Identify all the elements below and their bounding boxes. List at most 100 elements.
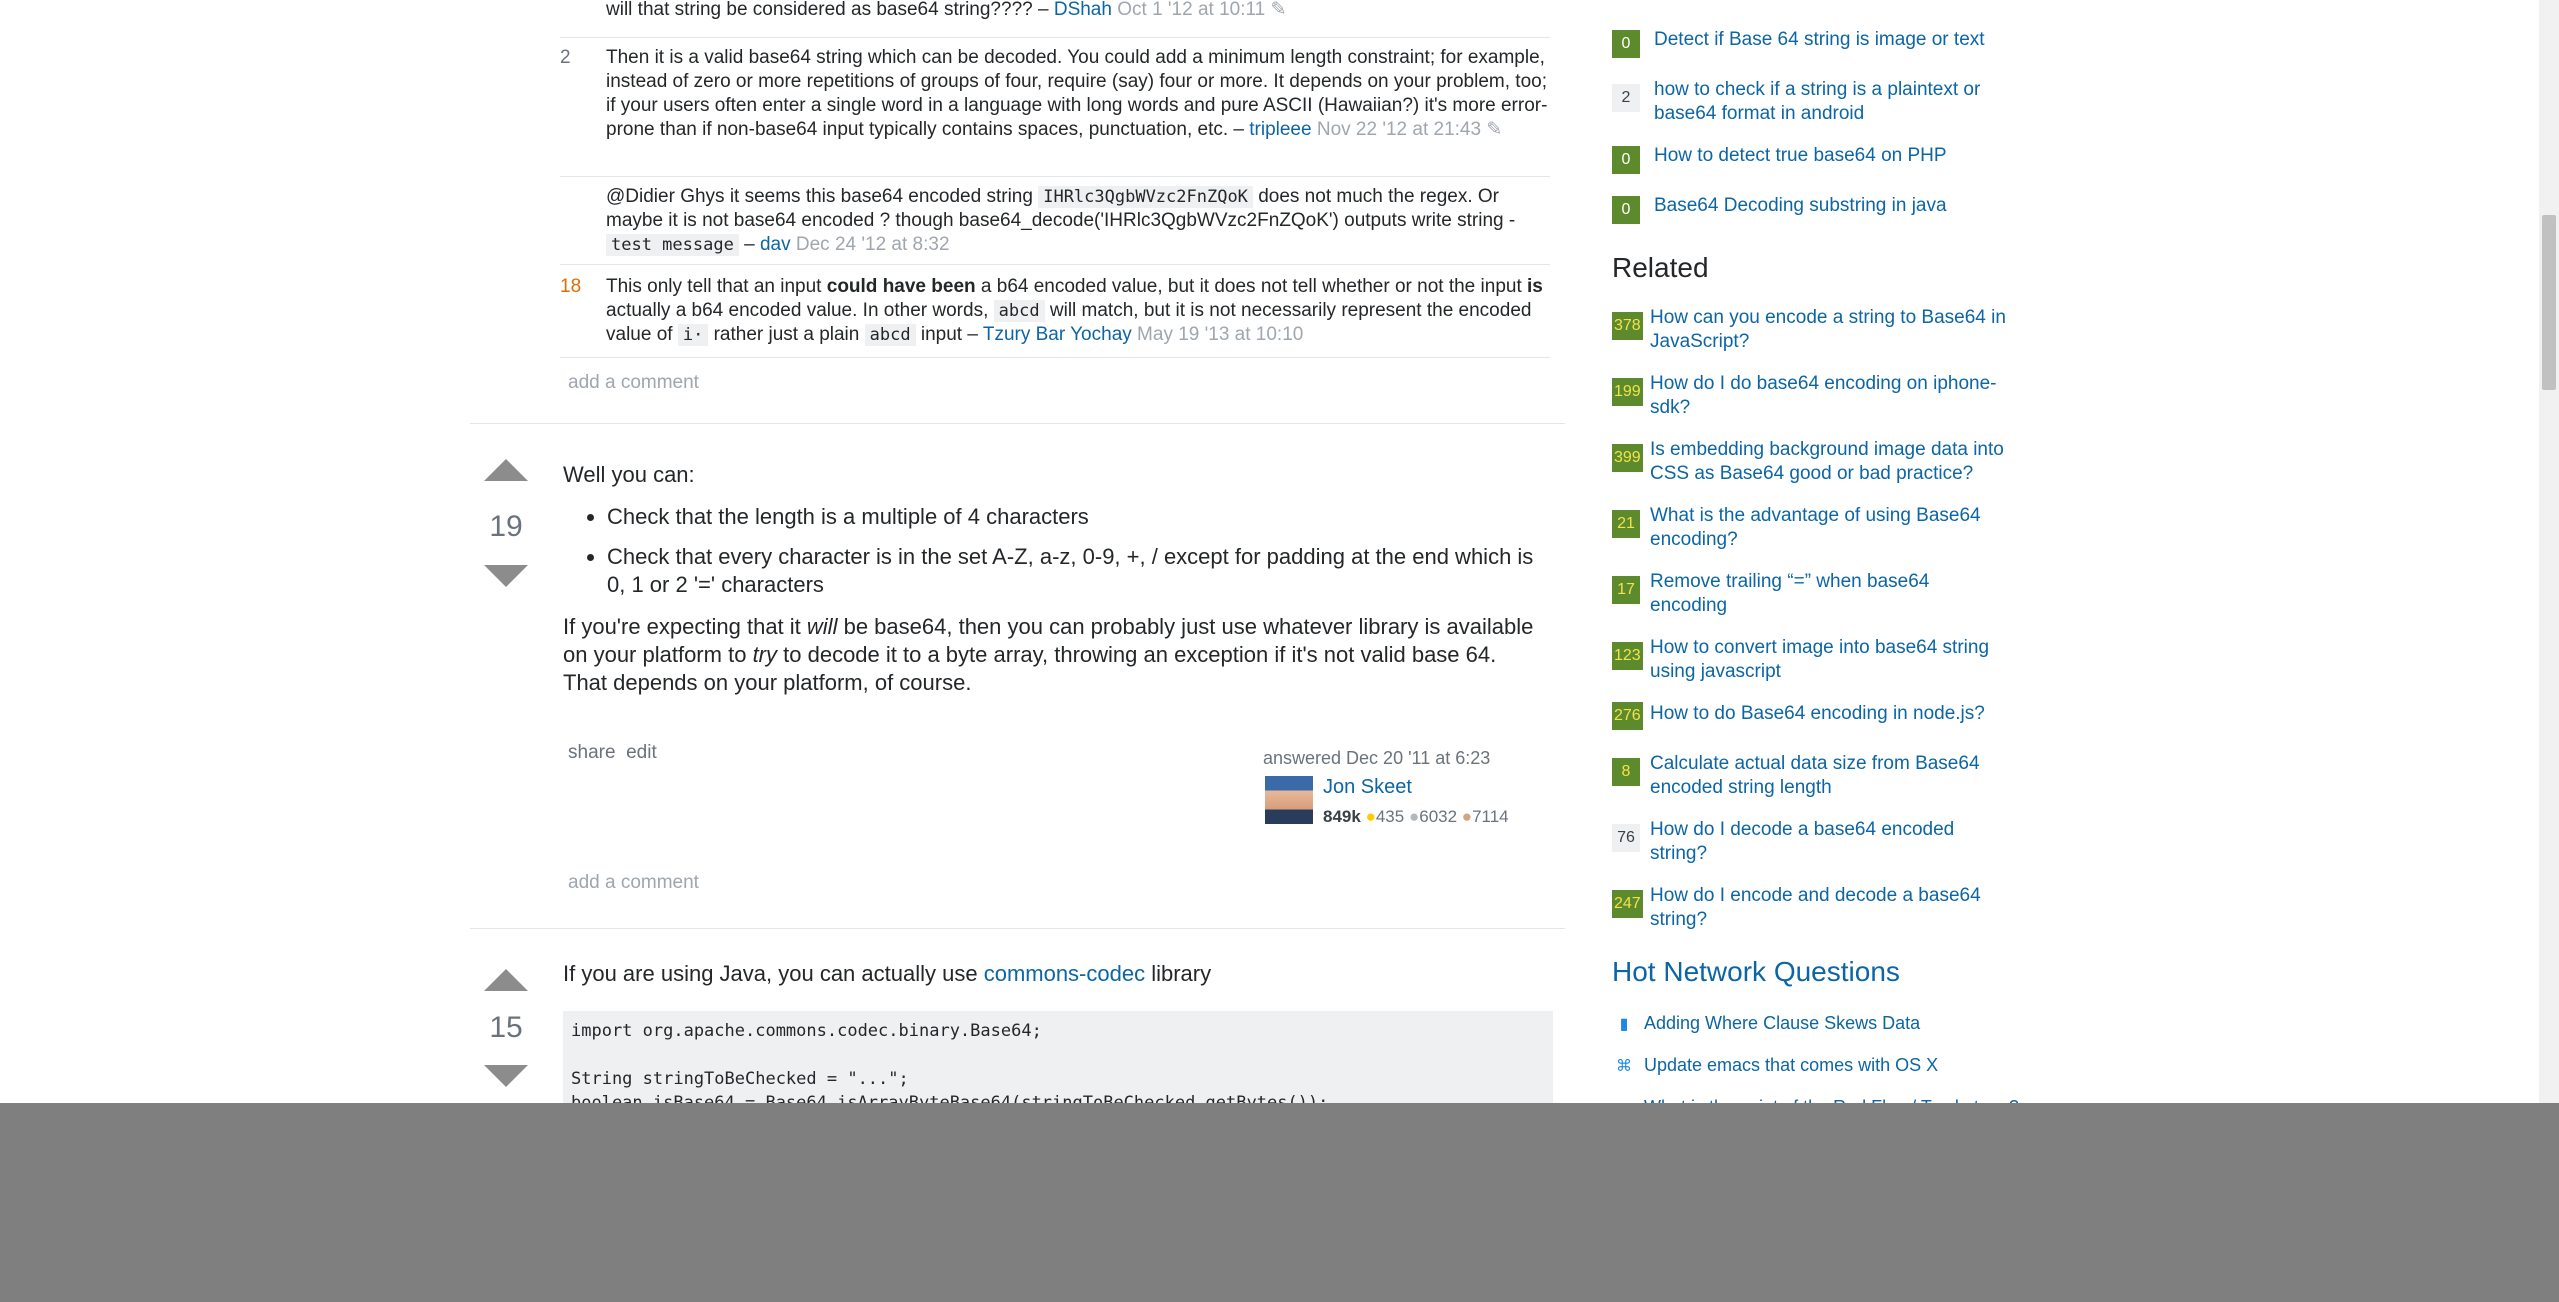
vertical-scrollbar[interactable] bbox=[2539, 0, 2559, 1120]
comment-date[interactable]: Oct 1 '12 at 10:11 bbox=[1117, 0, 1265, 20]
vote-count-badge: 8 bbox=[1612, 758, 1640, 786]
vote-count-badge: 199 bbox=[1612, 378, 1643, 406]
answer-count-badge: 0 bbox=[1612, 196, 1640, 224]
related-heading: Related bbox=[1612, 252, 1709, 283]
related-question-link[interactable]: How do I do base64 encoding on iphone-sd… bbox=[1650, 372, 2010, 420]
paragraph-emphasis: will bbox=[806, 614, 838, 639]
related-question-link[interactable]: How can you encode a string to Base64 in… bbox=[1650, 306, 2010, 354]
gold-badge-icon: ● bbox=[1365, 807, 1376, 826]
paragraph-emphasis: try bbox=[752, 642, 778, 667]
comment-date[interactable]: Dec 24 '12 at 8:32 bbox=[796, 234, 950, 255]
comment: 18 This only tell that an input could ha… bbox=[560, 265, 1550, 358]
database-icon: ▮ bbox=[1619, 1016, 1629, 1033]
answer-bullet-list: Check that the length is a multiple of 4… bbox=[563, 503, 1543, 599]
add-comment-link[interactable]: add a comment bbox=[568, 372, 699, 394]
vote-count: 19 bbox=[489, 510, 523, 543]
list-item: Check that the length is a multiple of 4… bbox=[607, 503, 1543, 531]
comment-text: a b64 encoded value, but it does not tel… bbox=[980, 276, 1522, 297]
hot-network-question-link[interactable]: Update emacs that comes with OS X bbox=[1644, 1055, 2034, 1076]
comment-dash: – bbox=[744, 234, 755, 255]
code-line: String stringToBeChecked = "..."; bbox=[571, 1069, 909, 1089]
code-line: import org.apache.commons.codec.binary.B… bbox=[571, 1021, 1042, 1041]
commons-codec-link[interactable]: commons-codec bbox=[984, 961, 1145, 986]
related-question-link[interactable]: How do I decode a base64 encoded string? bbox=[1650, 818, 2010, 866]
vote-count-badge: 21 bbox=[1612, 510, 1640, 538]
comment-text: This only tell that an input bbox=[606, 276, 822, 297]
linked-question-item[interactable] bbox=[1612, 0, 2032, 4]
vote-count-badge: 123 bbox=[1612, 642, 1643, 670]
comment: 2 Then it is a valid base64 string which… bbox=[560, 38, 1550, 177]
related-question-link[interactable]: How to convert image into base64 string … bbox=[1650, 636, 2010, 684]
related-question-link[interactable]: How to do Base64 encoding in node.js? bbox=[1650, 702, 2010, 726]
related-question-link[interactable]: How do I encode and decode a base64 stri… bbox=[1650, 884, 2010, 932]
vote-count-badge: 17 bbox=[1612, 576, 1640, 604]
comment-score: 2 bbox=[560, 47, 571, 68]
silver-badge-count: 6032 bbox=[1419, 807, 1458, 826]
inline-code: i· bbox=[677, 324, 709, 346]
inline-code: test message bbox=[606, 234, 739, 256]
comment: will that string be considered as base64… bbox=[560, 0, 1550, 38]
comment-bold: is bbox=[1527, 276, 1543, 297]
paragraph-text: library bbox=[1151, 961, 1212, 986]
vote-count-badge: 399 bbox=[1612, 444, 1643, 472]
paragraph-text: If you're expecting that it bbox=[563, 614, 801, 639]
inline-code: IHRlc3QgbWVzc2FnZQoK bbox=[1038, 186, 1253, 208]
scrollbar-thumb[interactable] bbox=[2542, 215, 2556, 390]
related-question-link[interactable]: Is embedding background image data into … bbox=[1650, 438, 2010, 486]
comment-text: actually a b64 encoded value. In other w… bbox=[606, 300, 989, 321]
comment-user-link[interactable]: dav bbox=[760, 234, 791, 255]
page-viewport: will that string be considered as base64… bbox=[0, 0, 2559, 1120]
hot-network-question-link[interactable]: Adding Where Clause Skews Data bbox=[1644, 1013, 2034, 1034]
comment-bold: could have been bbox=[826, 276, 976, 297]
comment-date[interactable]: May 19 '13 at 10:10 bbox=[1137, 324, 1303, 345]
vote-count-badge: 276 bbox=[1612, 702, 1643, 730]
vote-down-arrow-icon[interactable] bbox=[484, 1065, 528, 1087]
related-question-link[interactable]: What is the advantage of using Base64 en… bbox=[1650, 504, 2010, 552]
add-comment-link[interactable]: add a comment bbox=[568, 872, 699, 894]
answer-intro: Well you can: bbox=[563, 462, 695, 487]
list-item: Check that every character is in the set… bbox=[607, 543, 1543, 599]
share-link[interactable]: share bbox=[568, 742, 616, 763]
comment-text: input – bbox=[920, 324, 978, 345]
answer-body: If you are using Java, you can actually … bbox=[563, 960, 1543, 988]
answer-count-badge: 0 bbox=[1612, 146, 1640, 174]
vote-count: 15 bbox=[489, 1011, 523, 1044]
related-question-link[interactable]: Calculate actual data size from Base64 e… bbox=[1650, 752, 2010, 800]
comment-user-link[interactable]: DShah bbox=[1054, 0, 1112, 20]
inline-code: abcd bbox=[864, 324, 916, 346]
silver-badge-icon: ● bbox=[1408, 807, 1420, 826]
comment-user-link[interactable]: Tzury Bar Yochay bbox=[983, 324, 1132, 345]
answer-paragraph: If you're expecting that it will be base… bbox=[563, 613, 1543, 697]
linked-question-link[interactable]: Detect if Base 64 string is image or tex… bbox=[1654, 28, 2014, 52]
gray-overlay bbox=[0, 1103, 2559, 1302]
related-question-link[interactable]: Remove trailing “=” when base64 encoding bbox=[1650, 570, 2010, 618]
linked-question-link[interactable]: Base64 Decoding substring in java bbox=[1654, 194, 2014, 218]
comment-user-link[interactable]: tripleee bbox=[1249, 119, 1311, 140]
edit-link[interactable]: edit bbox=[626, 742, 657, 763]
comment-text: @Didier Ghys it seems this base64 encode… bbox=[606, 186, 1033, 207]
linked-question-link[interactable]: how to check if a string is a plaintext … bbox=[1654, 78, 2014, 126]
comment-text: rather just a plain bbox=[713, 324, 860, 345]
hot-network-questions-heading[interactable]: Hot Network Questions bbox=[1612, 956, 1900, 988]
linked-question-link[interactable]: How to detect true base64 on PHP bbox=[1654, 144, 2014, 168]
command-icon: ⌘ bbox=[1616, 1058, 1632, 1075]
paragraph-text: If you are using Java, you can actually … bbox=[563, 961, 978, 986]
answer-count-badge: 2 bbox=[1612, 84, 1640, 112]
sidebar: 0 Detect if Base 64 string is image or t… bbox=[1612, 0, 2032, 1120]
vote-down-arrow-icon[interactable] bbox=[484, 565, 528, 587]
user-name-link[interactable]: Jon Skeet bbox=[1323, 776, 1412, 799]
answer-count-badge: 0 bbox=[1612, 30, 1640, 58]
reputation-score: 849k bbox=[1323, 807, 1361, 826]
vote-up-arrow-icon[interactable] bbox=[484, 969, 528, 991]
vote-count-badge: 247 bbox=[1612, 890, 1643, 918]
answer-body: Well you can: Check that the length is a… bbox=[563, 461, 1543, 697]
answered-date: answered Dec 20 '11 at 6:23 bbox=[1263, 748, 1491, 768]
gold-badge-count: 435 bbox=[1375, 807, 1405, 826]
bronze-badge-icon: ● bbox=[1461, 807, 1473, 826]
user-reputation: 849k ●435 ●6032 ●7114 bbox=[1323, 804, 1523, 830]
vote-up-arrow-icon[interactable] bbox=[484, 459, 528, 481]
comment-date[interactable]: Nov 22 '12 at 21:43 bbox=[1317, 119, 1481, 140]
answer-divider bbox=[470, 423, 1565, 424]
comment-text: will that string be considered as base64… bbox=[606, 0, 1049, 20]
avatar[interactable] bbox=[1265, 776, 1313, 824]
